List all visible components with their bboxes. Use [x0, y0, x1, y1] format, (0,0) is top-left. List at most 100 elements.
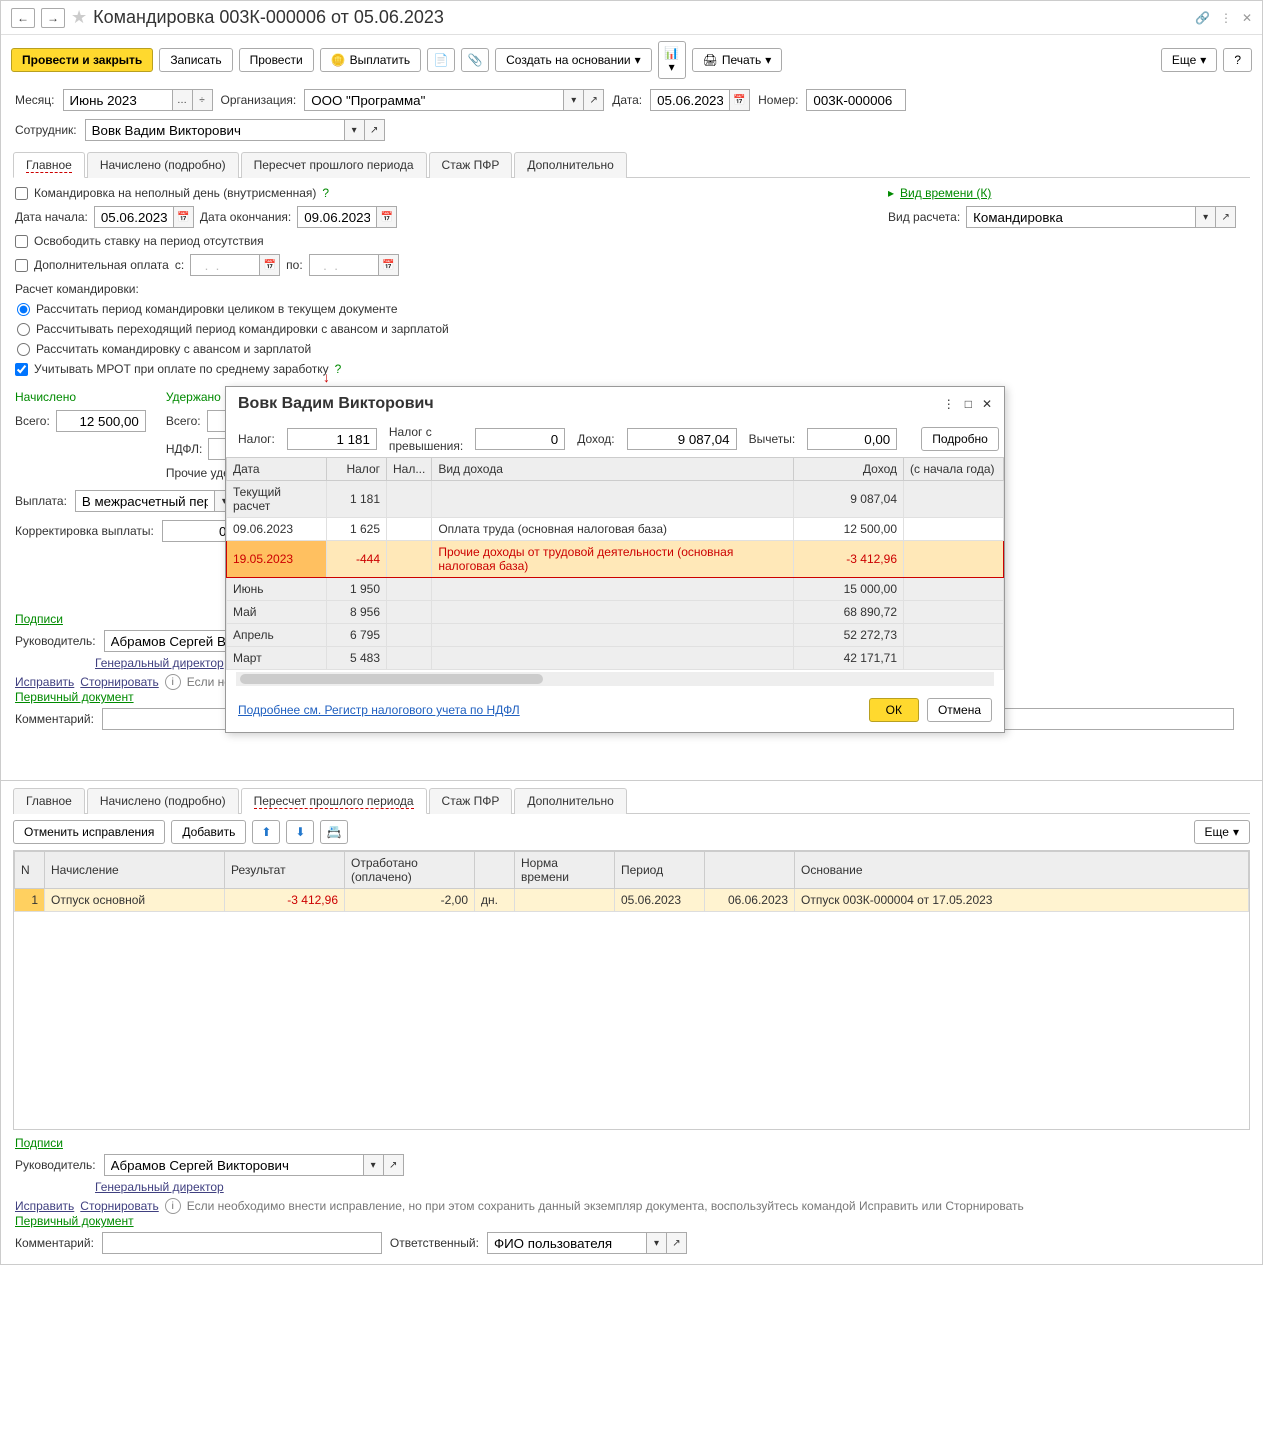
- extra-checkbox[interactable]: [15, 259, 28, 272]
- nav-forward[interactable]: →: [41, 8, 65, 28]
- open-icon[interactable]: ↗: [1216, 206, 1236, 228]
- help-icon[interactable]: ?: [322, 186, 329, 200]
- dropdown-icon[interactable]: ▾: [647, 1232, 667, 1254]
- cancel-button[interactable]: Отмена: [927, 698, 992, 722]
- position-link[interactable]: Генеральный директор: [95, 656, 224, 670]
- tab-pfr[interactable]: Стаж ПФР: [429, 152, 513, 178]
- payout-input[interactable]: [75, 490, 215, 512]
- kebab-icon[interactable]: ⋮: [943, 397, 955, 411]
- attach-icon-button[interactable]: 📎: [461, 48, 489, 72]
- release-checkbox[interactable]: [15, 235, 28, 248]
- tax-input[interactable]: [287, 428, 377, 450]
- emp-input[interactable]: [85, 119, 345, 141]
- calendar-icon[interactable]: 📅: [377, 206, 397, 228]
- table-row[interactable]: Март5 48342 171,71: [227, 647, 1004, 670]
- resp-input[interactable]: [487, 1232, 647, 1254]
- calendar-icon[interactable]: 📅: [260, 254, 280, 276]
- table-row[interactable]: Май8 95668 890,72: [227, 601, 1004, 624]
- fix-link[interactable]: Исправить: [15, 1199, 74, 1213]
- time-type-link[interactable]: Вид времени (К): [900, 186, 991, 200]
- calendar-icon[interactable]: 📅: [730, 89, 750, 111]
- signatures-link[interactable]: Подписи: [15, 1136, 63, 1150]
- tab2-accrued[interactable]: Начислено (подробно): [87, 788, 239, 814]
- tab2-main[interactable]: Главное: [13, 788, 85, 814]
- org-dropdown-icon[interactable]: ▾: [564, 89, 584, 111]
- excess-input[interactable]: [475, 428, 565, 450]
- primary-doc-link[interactable]: Первичный документ: [15, 690, 134, 704]
- scrollbar[interactable]: [236, 672, 994, 686]
- date-input[interactable]: [650, 89, 730, 111]
- storno-link[interactable]: Сторнировать: [80, 675, 158, 689]
- partial-checkbox[interactable]: [15, 187, 28, 200]
- tab-accrued[interactable]: Начислено (подробно): [87, 152, 239, 178]
- accrued-total[interactable]: [56, 410, 146, 432]
- card-button[interactable]: 📇: [320, 820, 348, 844]
- doc-icon-button[interactable]: 📄: [427, 48, 455, 72]
- mrot-checkbox[interactable]: [15, 363, 28, 376]
- tab2-extra[interactable]: Дополнительно: [514, 788, 626, 814]
- pay-button[interactable]: 🪙Выплатить: [320, 48, 421, 72]
- post-and-close-button[interactable]: Провести и закрыть: [11, 48, 153, 72]
- help-icon[interactable]: ?: [335, 362, 342, 376]
- tab-main[interactable]: Главное: [13, 152, 85, 178]
- registry-link[interactable]: Подробнее см. Регистр налогового учета п…: [238, 703, 520, 717]
- move-up-button[interactable]: ⬆: [252, 820, 280, 844]
- org-open-icon[interactable]: ↗: [584, 89, 604, 111]
- table-row[interactable]: 09.06.20231 625Оплата труда (основная на…: [227, 518, 1004, 541]
- radio-full[interactable]: [17, 303, 30, 316]
- emp-dropdown-icon[interactable]: ▾: [345, 119, 365, 141]
- table-row[interactable]: Апрель6 79552 272,73: [227, 624, 1004, 647]
- move-down-button[interactable]: ⬇: [286, 820, 314, 844]
- save-button[interactable]: Записать: [159, 48, 232, 72]
- extra-to-input[interactable]: [309, 254, 379, 276]
- month-stepper-icon[interactable]: ÷: [193, 89, 213, 111]
- primary-doc-link[interactable]: Первичный документ: [15, 1214, 134, 1228]
- open-icon[interactable]: ↗: [384, 1154, 404, 1176]
- add-button[interactable]: Добавить: [171, 820, 246, 844]
- dropdown-icon[interactable]: ▾: [1196, 206, 1216, 228]
- kebab-icon[interactable]: ⋮: [1220, 11, 1232, 25]
- open-icon[interactable]: ↗: [667, 1232, 687, 1254]
- nav-back[interactable]: ←: [11, 8, 35, 28]
- post-button[interactable]: Провести: [239, 48, 314, 72]
- mgr-input[interactable]: [104, 1154, 364, 1176]
- tab2-pfr[interactable]: Стаж ПФР: [429, 788, 513, 814]
- num-input[interactable]: [806, 89, 906, 111]
- expand-icon[interactable]: ▸: [888, 186, 894, 200]
- fix-link[interactable]: Исправить: [15, 675, 74, 689]
- emp-open-icon[interactable]: ↗: [365, 119, 385, 141]
- position-link[interactable]: Генеральный директор: [95, 1180, 224, 1194]
- undo-fix-button[interactable]: Отменить исправления: [13, 820, 165, 844]
- storno-link[interactable]: Сторнировать: [80, 1199, 158, 1213]
- org-input[interactable]: [304, 89, 564, 111]
- link-icon[interactable]: 🔗: [1195, 11, 1210, 25]
- create-based-button[interactable]: Создать на основании ▾: [495, 48, 652, 72]
- tab-extra[interactable]: Дополнительно: [514, 152, 626, 178]
- table-row[interactable]: 19.05.2023-444Прочие доходы от трудовой …: [227, 541, 1004, 578]
- ok-button[interactable]: ОК: [869, 698, 919, 722]
- table-row[interactable]: 1 Отпуск основной -3 412,96 -2,00 дн. 05…: [15, 889, 1249, 912]
- table-row[interactable]: Текущий расчет1 1819 087,04: [227, 481, 1004, 518]
- star-icon[interactable]: ★: [71, 7, 87, 28]
- calendar-icon[interactable]: 📅: [379, 254, 399, 276]
- report-icon-button[interactable]: 📊▾: [658, 41, 686, 79]
- month-input[interactable]: [63, 89, 173, 111]
- dropdown-icon[interactable]: ▾: [364, 1154, 384, 1176]
- comment-input[interactable]: [102, 1232, 382, 1254]
- more-button[interactable]: Еще ▾: [1194, 820, 1250, 844]
- extra-from-input[interactable]: [190, 254, 260, 276]
- ded-input[interactable]: [807, 428, 897, 450]
- details-button[interactable]: Подробно: [921, 427, 999, 451]
- close-icon[interactable]: ✕: [982, 397, 992, 411]
- close-icon[interactable]: ✕: [1242, 11, 1252, 25]
- maximize-icon[interactable]: □: [965, 397, 972, 411]
- end-input[interactable]: [297, 206, 377, 228]
- calendar-icon[interactable]: 📅: [174, 206, 194, 228]
- table-row[interactable]: Июнь1 95015 000,00: [227, 578, 1004, 601]
- tab2-recalc[interactable]: Пересчет прошлого периода: [241, 788, 427, 814]
- month-picker-icon[interactable]: …: [173, 89, 193, 111]
- calc-type-input[interactable]: [966, 206, 1196, 228]
- help-button[interactable]: ?: [1223, 48, 1252, 72]
- radio-trans[interactable]: [17, 323, 30, 336]
- start-input[interactable]: [94, 206, 174, 228]
